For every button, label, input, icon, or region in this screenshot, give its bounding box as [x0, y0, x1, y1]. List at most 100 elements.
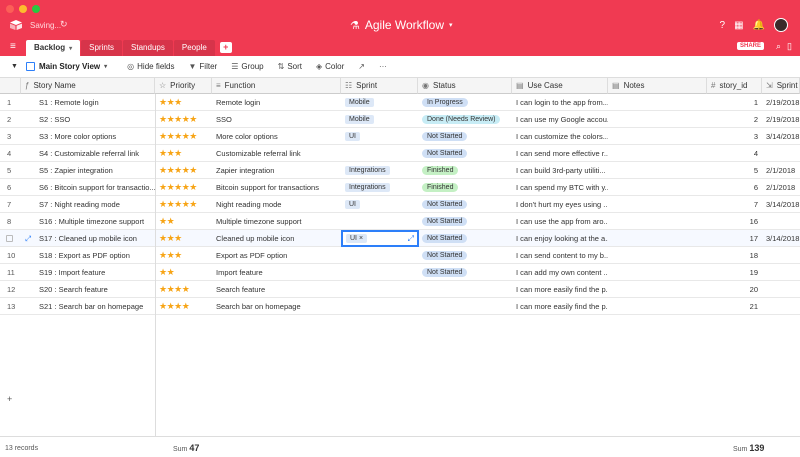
tab-people[interactable]: People	[173, 40, 215, 56]
cell-story-name[interactable]: S20 : Search feature	[35, 281, 155, 298]
cell-sprint-date[interactable]	[762, 281, 800, 298]
cell-story-id[interactable]: 18	[707, 247, 762, 264]
cell-notes[interactable]	[608, 179, 707, 196]
close-window-button[interactable]	[6, 5, 14, 13]
cell-status[interactable]	[418, 298, 512, 315]
table-row[interactable]: 5 S5 : Zapier integration ★★★★★ Zapier inte…	[0, 162, 800, 179]
cell-function[interactable]: More color options	[212, 128, 341, 145]
cell-use-case[interactable]: I don't hurt my eyes using ...	[512, 196, 608, 213]
cell-function[interactable]: Search bar on homepage	[212, 298, 341, 315]
cell-sprint[interactable]	[341, 145, 418, 162]
cell-function[interactable]: SSO	[212, 111, 341, 128]
cell-use-case[interactable]: I can use the app from aro...	[512, 213, 608, 230]
cell-sprint[interactable]: Integrations	[341, 179, 418, 196]
view-switcher[interactable]: Main Story View ▾	[25, 62, 107, 71]
cell-function[interactable]: Customizable referral link	[212, 145, 341, 162]
cell-use-case[interactable]: I can spend my BTC with y...	[512, 179, 608, 196]
cell-function[interactable]: Import feature	[212, 264, 341, 281]
cell-story-name[interactable]: S1 : Remote login	[35, 94, 155, 111]
column-header-priority[interactable]: ☆ Priority	[155, 78, 212, 94]
cell-sprint-editing[interactable]: UI × ⤢	[341, 230, 419, 247]
cell-status[interactable]: Not Started	[418, 213, 512, 230]
cell-status[interactable]: In Progress	[418, 94, 512, 111]
cell-function[interactable]: Remote login	[212, 94, 341, 111]
cell-story-name[interactable]: S17 : Cleaned up mobile icon	[35, 230, 155, 247]
cell-story-name[interactable]: S19 : Import feature	[35, 264, 155, 281]
cell-sprint[interactable]	[341, 281, 418, 298]
search-icon[interactable]: ⌕	[776, 41, 781, 52]
cell-story-name[interactable]: S4 : Customizable referral link	[35, 145, 155, 162]
share-button[interactable]: SHARE	[736, 42, 764, 50]
column-header-notes[interactable]: ▤ Notes	[608, 78, 707, 94]
cell-priority[interactable]: ★★★★	[155, 281, 212, 298]
cell-notes[interactable]	[608, 111, 707, 128]
cell-function[interactable]: Night reading mode	[212, 196, 341, 213]
cell-sprint-date[interactable]: 2/19/2018	[762, 111, 800, 128]
table-row[interactable]: 4 S4 : Customizable referral link ★★★ Custo…	[0, 145, 800, 162]
notifications-bell-icon[interactable]: 🔔	[753, 20, 765, 31]
cell-notes[interactable]	[608, 145, 707, 162]
cell-notes[interactable]	[608, 230, 707, 247]
table-row[interactable]: 1 S1 : Remote login ★★★ Remote login Mobile I…	[0, 94, 800, 111]
cell-function[interactable]: Zapier integration	[212, 162, 341, 179]
cell-story-name[interactable]: S3 : More color options	[35, 128, 155, 145]
remove-chip-icon[interactable]: ×	[359, 235, 363, 242]
table-row[interactable]: 10 S18 : Export as PDF option ★★★ Export as…	[0, 247, 800, 264]
cell-function[interactable]: Multiple timezone support	[212, 213, 341, 230]
share-view-button[interactable]: ↗	[358, 62, 365, 71]
cell-notes[interactable]	[608, 298, 707, 315]
cell-priority[interactable]: ★★★	[155, 145, 212, 162]
cell-priority[interactable]: ★★★	[155, 230, 212, 247]
cell-use-case[interactable]: I can customize the colors...	[512, 128, 608, 145]
cell-sprint[interactable]	[341, 298, 418, 315]
select-all-header[interactable]	[0, 78, 21, 94]
grid-apps-icon[interactable]: ▦	[734, 20, 743, 31]
column-header-function[interactable]: ≡ Function	[212, 78, 341, 94]
sort-button[interactable]: ⇅ Sort	[278, 62, 302, 71]
cell-use-case[interactable]: I can more easily find the p...	[512, 281, 608, 298]
cell-status[interactable]: Not Started	[418, 196, 512, 213]
expand-record-icon[interactable]: ⤢	[21, 230, 35, 247]
cell-status[interactable]: Not Started	[418, 128, 512, 145]
cell-sprint[interactable]: Mobile	[341, 94, 418, 111]
cell-story-id[interactable]: 5	[707, 162, 762, 179]
cell-priority[interactable]: ★★★★★	[155, 111, 212, 128]
expand-cell-icon[interactable]: ⤢	[408, 234, 414, 244]
cell-status[interactable]: Not Started	[418, 230, 512, 247]
panel-toggle-icon[interactable]: ▯	[787, 41, 792, 52]
cell-sprint[interactable]: Integrations	[341, 162, 418, 179]
cell-story-name[interactable]: S2 : SSO	[35, 111, 155, 128]
cell-use-case[interactable]: I can login to the app from...	[512, 94, 608, 111]
tab-standups[interactable]: Standups	[123, 40, 173, 56]
cell-function[interactable]: Export as PDF option	[212, 247, 341, 264]
cell-function[interactable]: Bitcoin support for transactions	[212, 179, 341, 196]
tab-backlog[interactable]: Backlog ▾	[26, 40, 81, 56]
column-header-sprint-date[interactable]: ⇲Sprint R	[762, 78, 800, 94]
cell-story-name[interactable]: S5 : Zapier integration	[35, 162, 155, 179]
cell-sprint[interactable]	[341, 264, 418, 281]
cell-sprint-date[interactable]: 3/14/2018	[762, 196, 800, 213]
user-avatar[interactable]	[774, 18, 788, 32]
group-button[interactable]: ☰ Group	[231, 62, 263, 71]
cell-priority[interactable]: ★★★★★	[155, 196, 212, 213]
cell-priority[interactable]: ★★★★★	[155, 128, 212, 145]
cell-sprint-date[interactable]: 3/14/2018	[762, 128, 800, 145]
tab-sprints[interactable]: Sprints	[81, 40, 123, 56]
column-header-use-case[interactable]: ▤ Use Case	[512, 78, 608, 94]
cell-use-case[interactable]: I can send content to my b...	[512, 247, 608, 264]
cell-status[interactable]	[418, 281, 512, 298]
column-header-sprint[interactable]: ☷ Sprint	[341, 78, 418, 94]
priority-sum[interactable]: Sum 47	[173, 443, 199, 453]
cell-sprint[interactable]	[341, 213, 418, 230]
table-row[interactable]: ⤢ S17 : Cleaned up mobile icon ★★★ Cleaned …	[0, 230, 800, 247]
table-row[interactable]: 2 S2 : SSO ★★★★★ SSO Mobile Done (Needs Revie…	[0, 111, 800, 128]
table-row[interactable]: 6 S6 : Bitcoin support for transactio... ★…	[0, 179, 800, 196]
table-row[interactable]: 13 S21 : Search bar on homepage ★★★★ Search…	[0, 298, 800, 315]
cell-status[interactable]: Finished	[418, 162, 512, 179]
cell-notes[interactable]	[608, 94, 707, 111]
cell-priority[interactable]: ★★★★★	[155, 162, 212, 179]
cell-story-id[interactable]: 17	[707, 230, 762, 247]
cell-story-id[interactable]: 7	[707, 196, 762, 213]
cell-priority[interactable]: ★★★★	[155, 298, 212, 315]
cell-story-name[interactable]: S7 : Night reading mode	[35, 196, 155, 213]
